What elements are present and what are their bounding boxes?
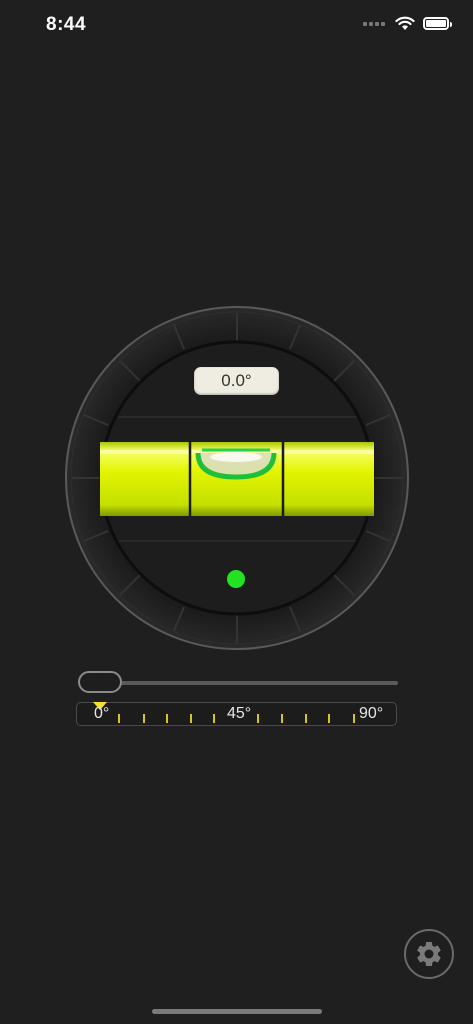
bubble-vial bbox=[100, 442, 374, 516]
scale-label-0: 0° bbox=[94, 705, 110, 722]
center-indicator-dot bbox=[227, 570, 245, 588]
status-time: 8:44 bbox=[46, 14, 87, 35]
wifi-icon bbox=[395, 16, 415, 30]
scale-label-90: 90° bbox=[359, 705, 384, 722]
battery-icon bbox=[423, 17, 452, 30]
level-dial bbox=[65, 306, 409, 650]
status-bar: 8:44 bbox=[0, 0, 473, 52]
slider-thumb[interactable] bbox=[78, 671, 122, 693]
level-bubble bbox=[195, 448, 277, 480]
signal-icon bbox=[363, 21, 385, 26]
slider-track[interactable] bbox=[78, 681, 398, 685]
gear-icon bbox=[417, 941, 441, 966]
home-indicator bbox=[152, 1009, 322, 1014]
status-icons bbox=[363, 16, 452, 31]
scale-label-45: 45° bbox=[227, 705, 252, 722]
settings-button[interactable] bbox=[404, 929, 454, 979]
angle-readout: 0.0° bbox=[194, 367, 279, 395]
